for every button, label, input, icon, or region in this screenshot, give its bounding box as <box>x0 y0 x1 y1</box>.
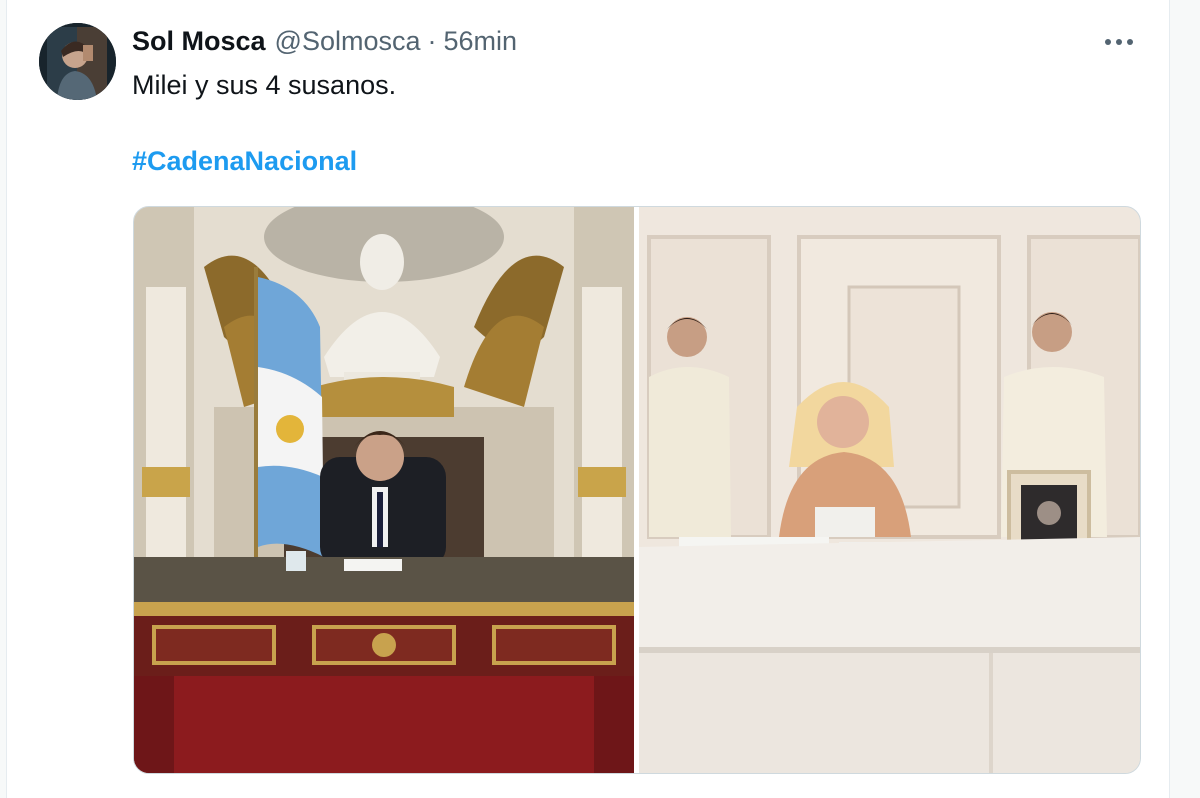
separator-dot: · <box>427 25 437 56</box>
tweet-text: Milei y sus 4 susanos. <box>132 70 397 100</box>
avatar-image <box>39 23 116 100</box>
avatar[interactable] <box>39 23 116 100</box>
tweet-card[interactable]: Sol Mosca @Solmosca · 56min Milei y sus … <box>6 0 1170 798</box>
photo-right[interactable] <box>639 207 1140 773</box>
photo-right-image <box>639 207 1140 773</box>
more-horizontal-icon <box>1105 39 1133 45</box>
more-button[interactable] <box>1097 24 1141 60</box>
media-grid <box>133 206 1141 774</box>
display-name[interactable]: Sol Mosca <box>132 26 266 57</box>
page: Sol Mosca @Solmosca · 56min Milei y sus … <box>0 0 1200 798</box>
photo-left[interactable] <box>134 207 634 773</box>
photo-left-image <box>134 207 634 773</box>
hashtag-link[interactable]: #CadenaNacional <box>132 144 357 178</box>
user-handle[interactable]: @Solmosca <box>275 26 421 57</box>
timestamp[interactable]: 56min <box>444 26 518 57</box>
tweet-header: Sol Mosca @Solmosca · 56min <box>132 24 517 58</box>
